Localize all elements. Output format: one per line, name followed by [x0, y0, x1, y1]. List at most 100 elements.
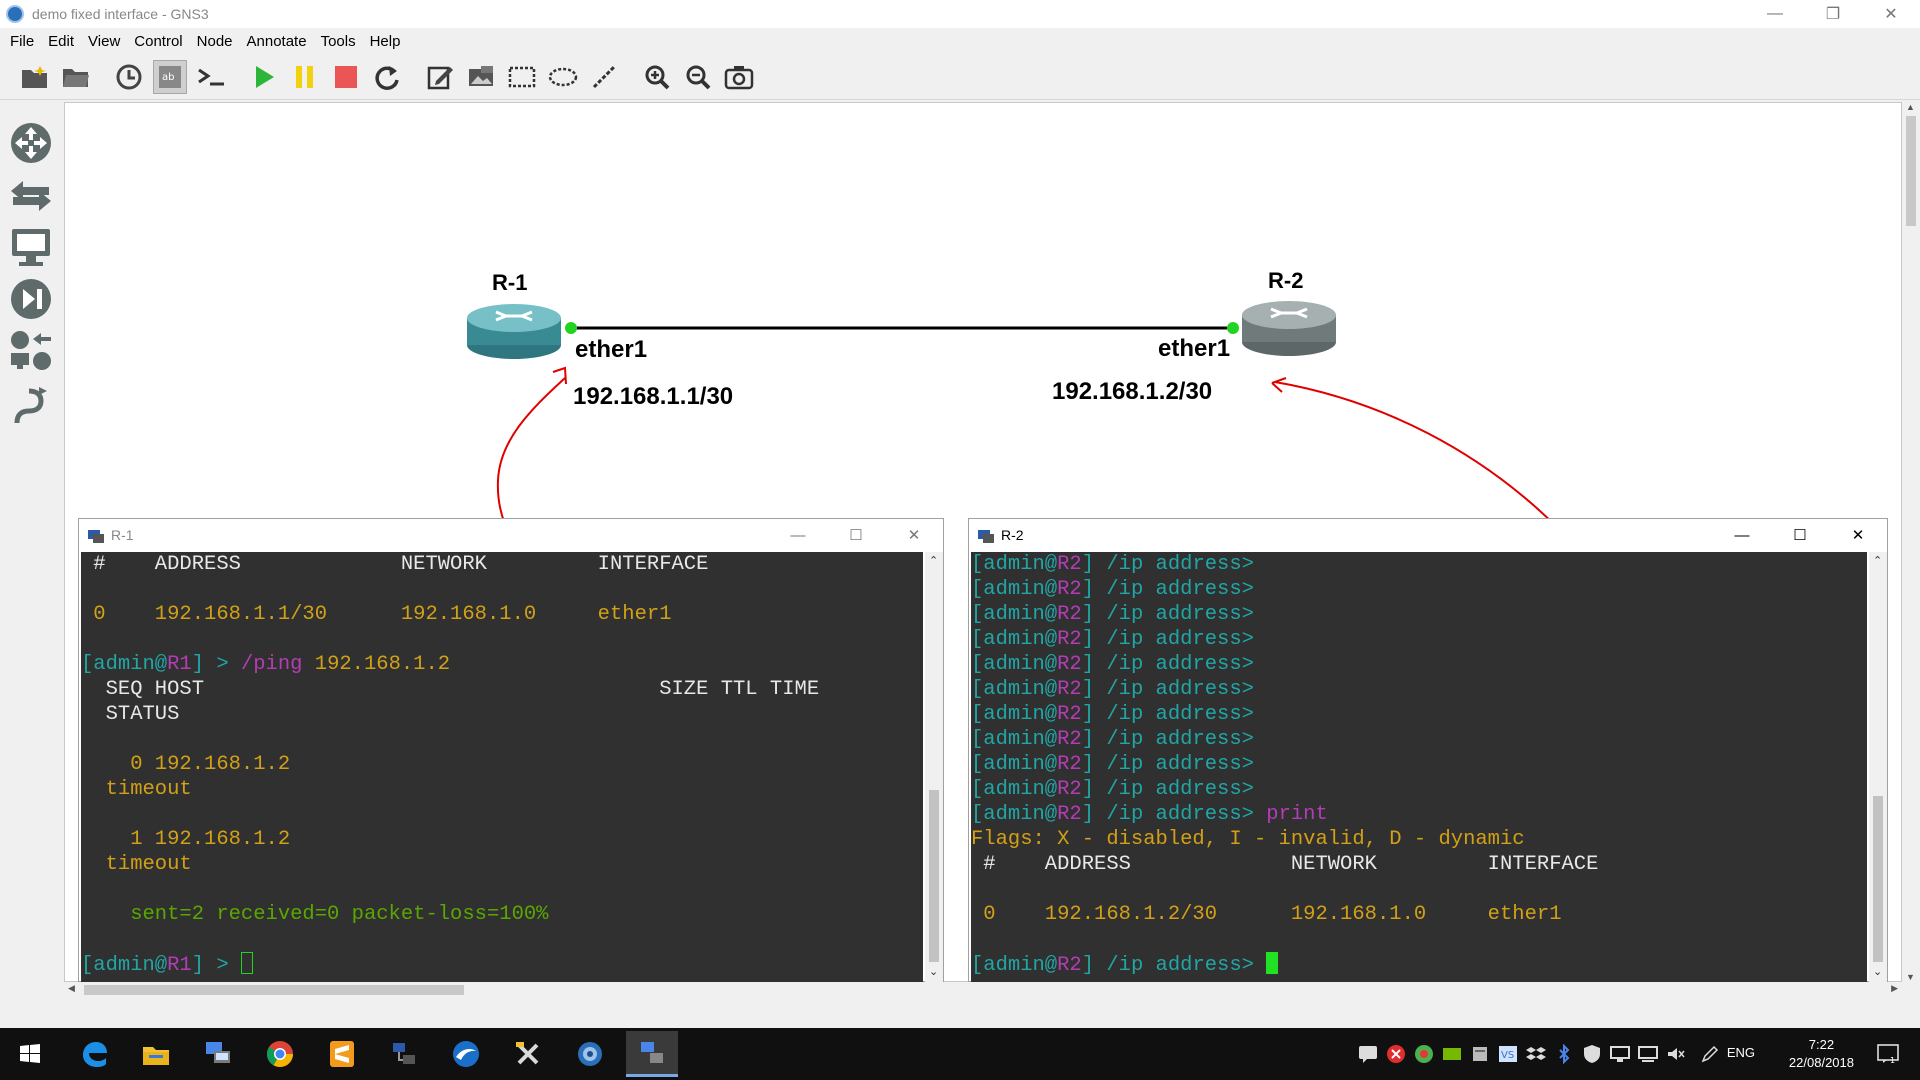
r2-link-status-indicator — [1227, 322, 1239, 334]
terminal-text: ] /ip address> — [1081, 578, 1254, 601]
terminal-text: [admin@ — [971, 803, 1058, 826]
terminal-text: Flags: X - disabled, I - invalid, D - dy… — [971, 828, 1525, 851]
action-center-icon[interactable]: 1 — [1874, 1042, 1902, 1066]
terminal-text: ] > — [191, 653, 241, 676]
terminal-line: [admin@R1] > — [81, 952, 923, 977]
console-r1-maximize-button[interactable]: ☐ — [827, 519, 885, 551]
network-connections-icon[interactable] — [198, 1034, 238, 1074]
interface-label-r2: ether1 — [1158, 335, 1231, 362]
nvidia-icon[interactable] — [1440, 1042, 1464, 1066]
file-explorer-icon[interactable] — [136, 1034, 176, 1074]
taskbar-clock[interactable]: 7:22 22/08/2018 — [1789, 1036, 1854, 1072]
terminal-text: [admin@ — [971, 653, 1058, 676]
console-window-r2: R-2 — ☐ ✕ [admin@R2] /ip address> [admin@… — [968, 518, 1888, 982]
terminal-line: [admin@R2] /ip address> — [971, 602, 1867, 627]
dropbox-icon[interactable] — [1524, 1042, 1548, 1066]
console-r2-close-button[interactable]: ✕ — [1829, 519, 1887, 551]
display-icon[interactable] — [1608, 1042, 1632, 1066]
terminal-line: Flags: X - disabled, I - invalid, D - dy… — [971, 827, 1867, 852]
bluetooth-icon[interactable] — [1552, 1042, 1576, 1066]
terminal-text: R2 — [1057, 778, 1082, 801]
network-icon[interactable] — [1636, 1042, 1660, 1066]
console-r2-scrollbar[interactable]: ⌃ ⌄ — [1869, 552, 1887, 982]
router-r1-icon[interactable] — [467, 304, 561, 359]
node-label-r2[interactable]: R-2 — [1268, 268, 1303, 294]
network-shield-icon[interactable] — [1412, 1042, 1436, 1066]
terminal-text: R2 — [1057, 628, 1082, 651]
volume-icon[interactable] — [1664, 1042, 1688, 1066]
terminal-text: [admin@ — [971, 628, 1058, 651]
wireshark-icon[interactable] — [446, 1034, 486, 1074]
terminal-text: 0 192.168.1.2 — [81, 753, 291, 776]
console-r1-scroll-thumb[interactable] — [929, 790, 939, 962]
terminal-line: [admin@R2] /ip address> — [971, 652, 1867, 677]
terminal-text: [admin@ — [971, 703, 1058, 726]
tools-app-icon[interactable] — [508, 1034, 548, 1074]
terminal-line: timeout — [81, 777, 923, 802]
node-label-r1[interactable]: R-1 — [492, 270, 527, 296]
terminal-text: ] > — [191, 954, 241, 977]
sublime-text-icon[interactable] — [322, 1034, 362, 1074]
terminal-text: 0 192.168.1.2/30 192.168.1.0 ether1 — [971, 903, 1562, 926]
terminal-cursor — [240, 952, 253, 974]
input-language[interactable]: ENG — [1727, 1045, 1755, 1060]
chrome-icon[interactable] — [260, 1034, 300, 1074]
console-r2-terminal[interactable]: [admin@R2] /ip address> [admin@R2] /ip ad… — [971, 552, 1867, 982]
pen-icon[interactable] — [1698, 1042, 1722, 1066]
edge-browser-icon[interactable] — [74, 1034, 114, 1074]
terminal-text: R2 — [1057, 678, 1082, 701]
console-r1-scrollbar[interactable]: ⌃ ⌄ — [925, 552, 943, 982]
gns3-console-icon[interactable] — [626, 1031, 678, 1077]
security-icon[interactable] — [1580, 1042, 1604, 1066]
storage-icon[interactable] — [1468, 1042, 1492, 1066]
terminal-text: [admin@ — [81, 653, 168, 676]
terminal-line: timeout — [81, 852, 923, 877]
terminal-text: R2 — [1057, 728, 1082, 751]
clock-time: 7:22 — [1808, 1037, 1835, 1052]
terminal-line: [admin@R2] /ip address> — [971, 577, 1867, 602]
terminal-text: ] /ip address> — [1081, 753, 1254, 776]
console-r2-scroll-up-icon[interactable]: ⌃ — [1873, 554, 1882, 567]
windows-start-icon[interactable] — [10, 1034, 50, 1074]
terminal-text: ] /ip address> — [1081, 778, 1254, 801]
console-r2-scroll-down-icon[interactable]: ⌄ — [1873, 965, 1882, 978]
windows-taskbar: VS ENG 7:22 22/08/2018 1 — [0, 1028, 1920, 1080]
terminal-text: R2 — [1057, 553, 1082, 576]
chat-icon[interactable] — [1356, 1042, 1380, 1066]
console-r1-minimize-button[interactable]: — — [769, 519, 827, 551]
console-r2-minimize-button[interactable]: — — [1713, 519, 1771, 551]
network-app-icon[interactable] — [384, 1034, 424, 1074]
console-r1-close-button[interactable]: ✕ — [885, 519, 943, 551]
console-r2-scroll-thumb[interactable] — [1873, 796, 1883, 962]
console-r1-scroll-up-icon[interactable]: ⌃ — [929, 554, 938, 567]
ip-label-r1[interactable]: 192.168.1.1/30 — [573, 383, 733, 411]
console-r1-scroll-down-icon[interactable]: ⌄ — [929, 965, 938, 978]
terminal-text: R2 — [1057, 954, 1082, 977]
antivirus-icon[interactable] — [1384, 1042, 1408, 1066]
terminal-text: 0 192.168.1.1/30 192.168.1.0 ether1 — [81, 603, 672, 626]
console-app-icon — [88, 530, 104, 543]
terminal-line: [admin@R2] /ip address> print — [971, 802, 1867, 827]
terminal-text: /ping — [240, 653, 303, 676]
ip-label-r2[interactable]: 192.168.1.2/30 — [1052, 378, 1212, 406]
terminal-line: [admin@R2] /ip address> — [971, 552, 1867, 577]
terminal-text: R2 — [1057, 803, 1082, 826]
terminal-text: [admin@ — [971, 954, 1058, 977]
terminal-text: ] /ip address> — [1081, 603, 1254, 626]
vs-icon[interactable]: VS — [1496, 1042, 1520, 1066]
console-r2-maximize-button[interactable]: ☐ — [1771, 519, 1829, 551]
terminal-text: [admin@ — [971, 678, 1058, 701]
console-app-icon — [978, 530, 994, 543]
router-r2-icon[interactable] — [1242, 301, 1336, 356]
terminal-line: 0 192.168.1.2 — [81, 752, 923, 777]
terminal-text: timeout — [81, 778, 192, 801]
terminal-text: [admin@ — [81, 954, 168, 977]
terminal-text: [admin@ — [971, 603, 1058, 626]
console-r1-terminal[interactable]: # ADDRESS NETWORK INTERFACE 0 192.168.1.… — [81, 552, 923, 982]
terminal-text: print — [1266, 803, 1328, 826]
gns3-icon[interactable] — [570, 1034, 610, 1074]
